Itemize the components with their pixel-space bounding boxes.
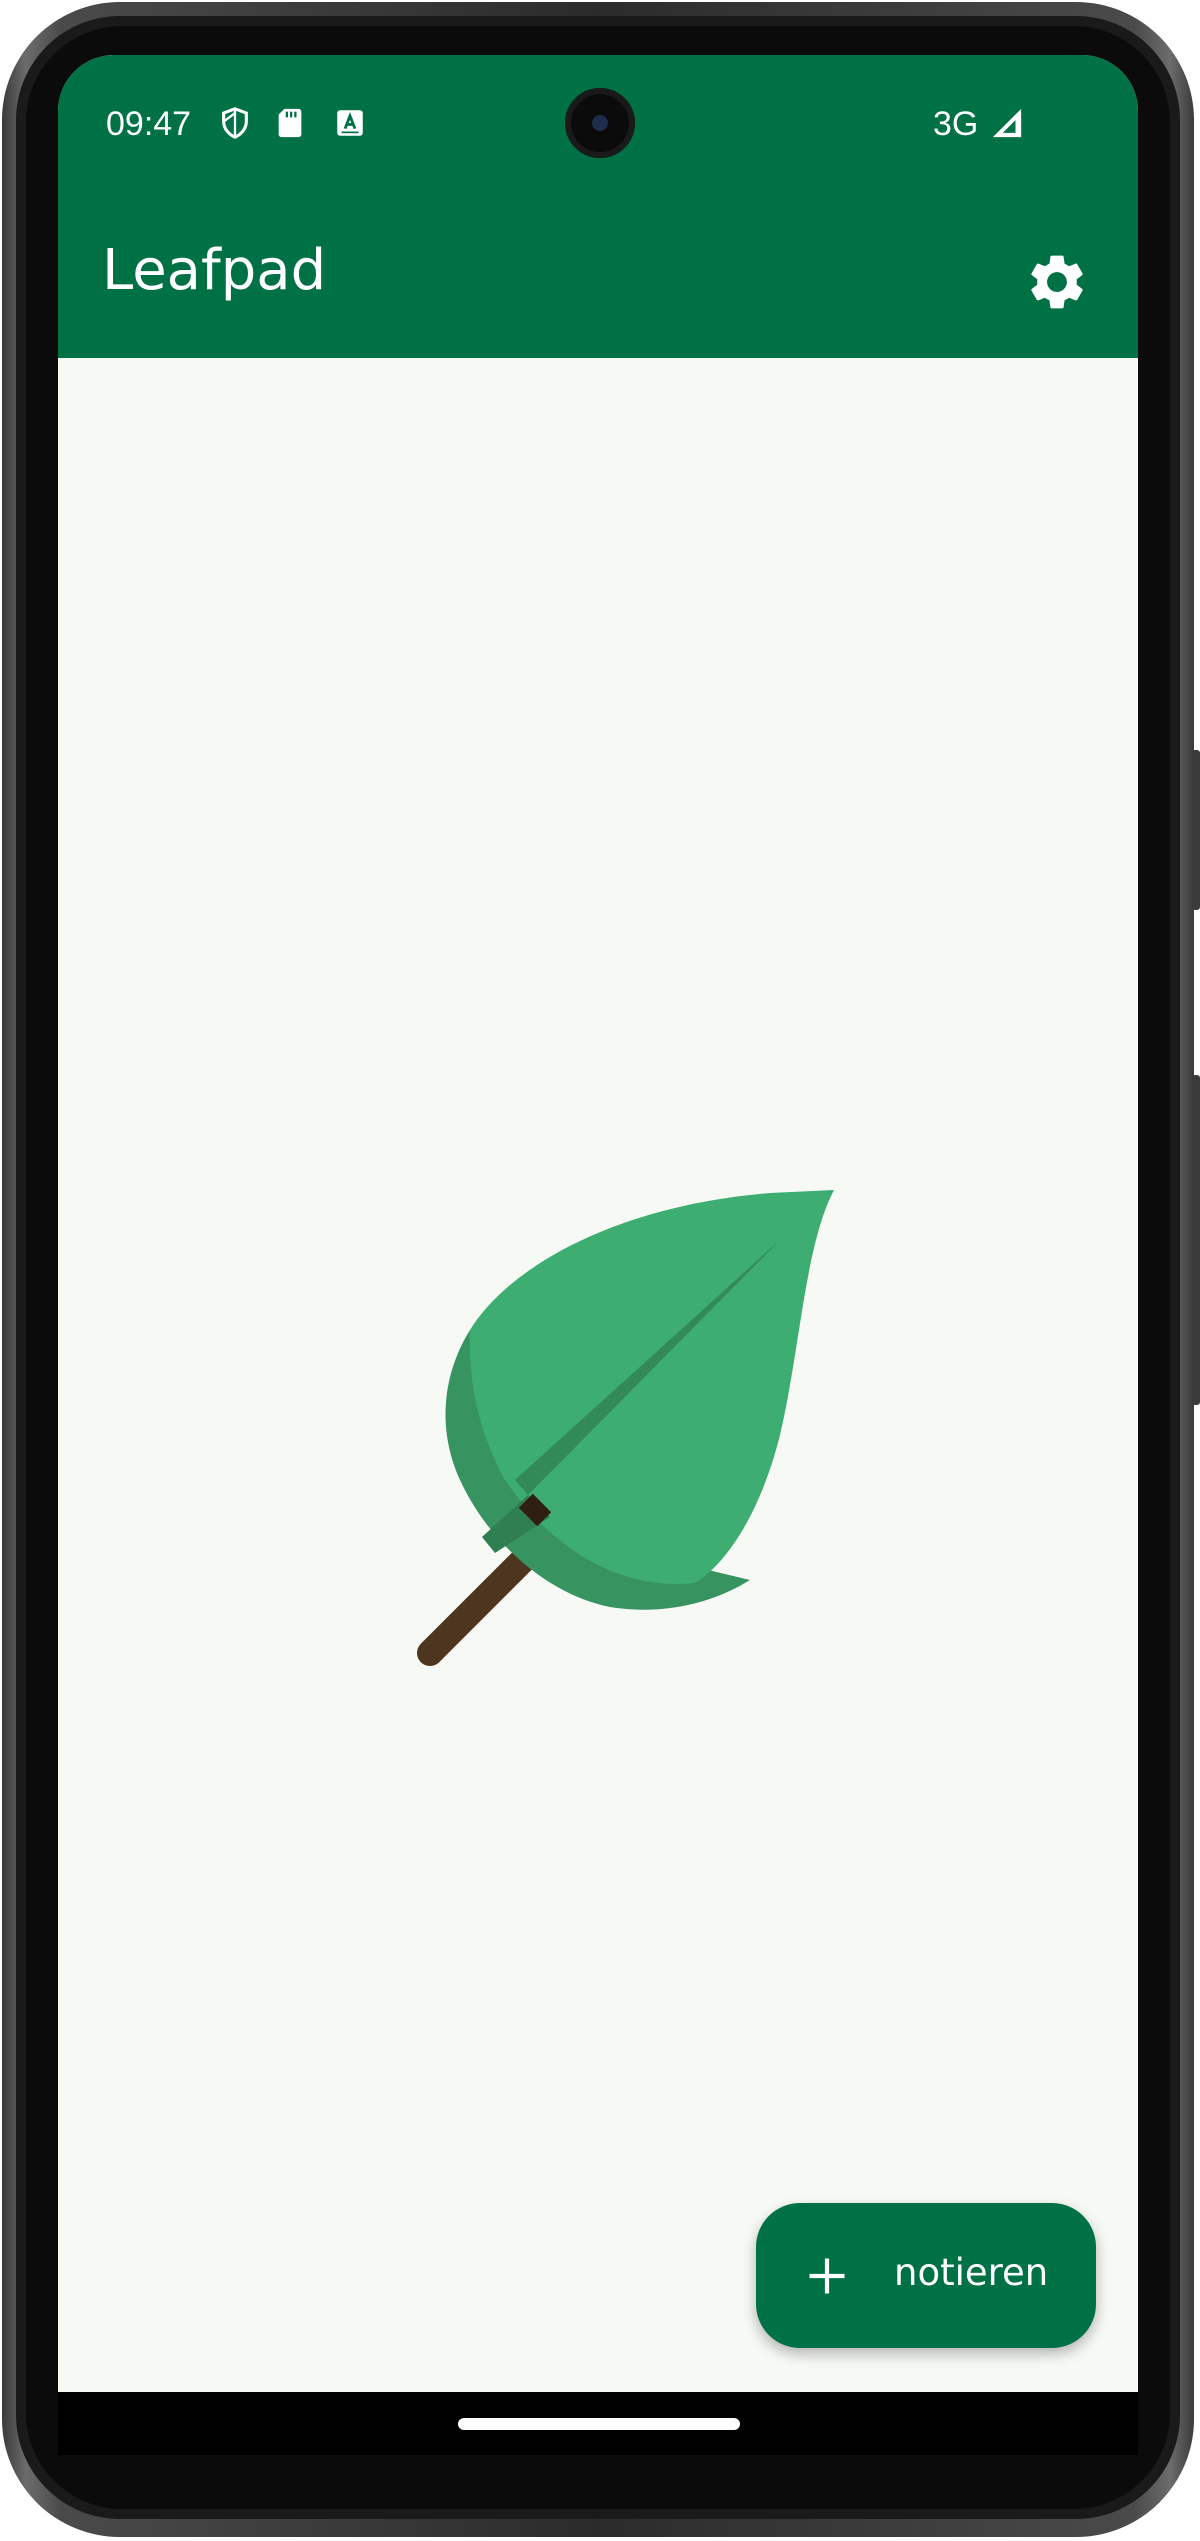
- compose-button-label: notieren: [894, 2251, 1049, 2294]
- signal-icon: [992, 108, 1022, 138]
- navigation-bar: [58, 2392, 1138, 2455]
- shield-icon: [222, 107, 248, 139]
- leaf-icon: [417, 1190, 834, 1666]
- keyboard-a-icon: [337, 110, 363, 136]
- status-time: 09:47: [106, 105, 192, 143]
- app-title: Leafpad: [102, 238, 327, 303]
- gesture-handle[interactable]: [458, 2418, 740, 2430]
- compose-button[interactable]: notieren: [756, 2203, 1096, 2348]
- volume-button: [1192, 750, 1200, 910]
- sd-card-icon: [278, 108, 302, 138]
- network-type: 3G: [933, 105, 979, 143]
- screen: 09:47 3G Leafpad notieren: [58, 55, 1138, 2455]
- gear-icon[interactable]: [1024, 249, 1090, 315]
- front-camera: [565, 88, 635, 158]
- power-button: [1192, 1075, 1200, 1405]
- device-frame: 09:47 3G Leafpad notieren: [0, 0, 1200, 2541]
- plus-icon: [809, 2258, 845, 2294]
- top-app-bar: 09:47 3G Leafpad: [58, 55, 1138, 358]
